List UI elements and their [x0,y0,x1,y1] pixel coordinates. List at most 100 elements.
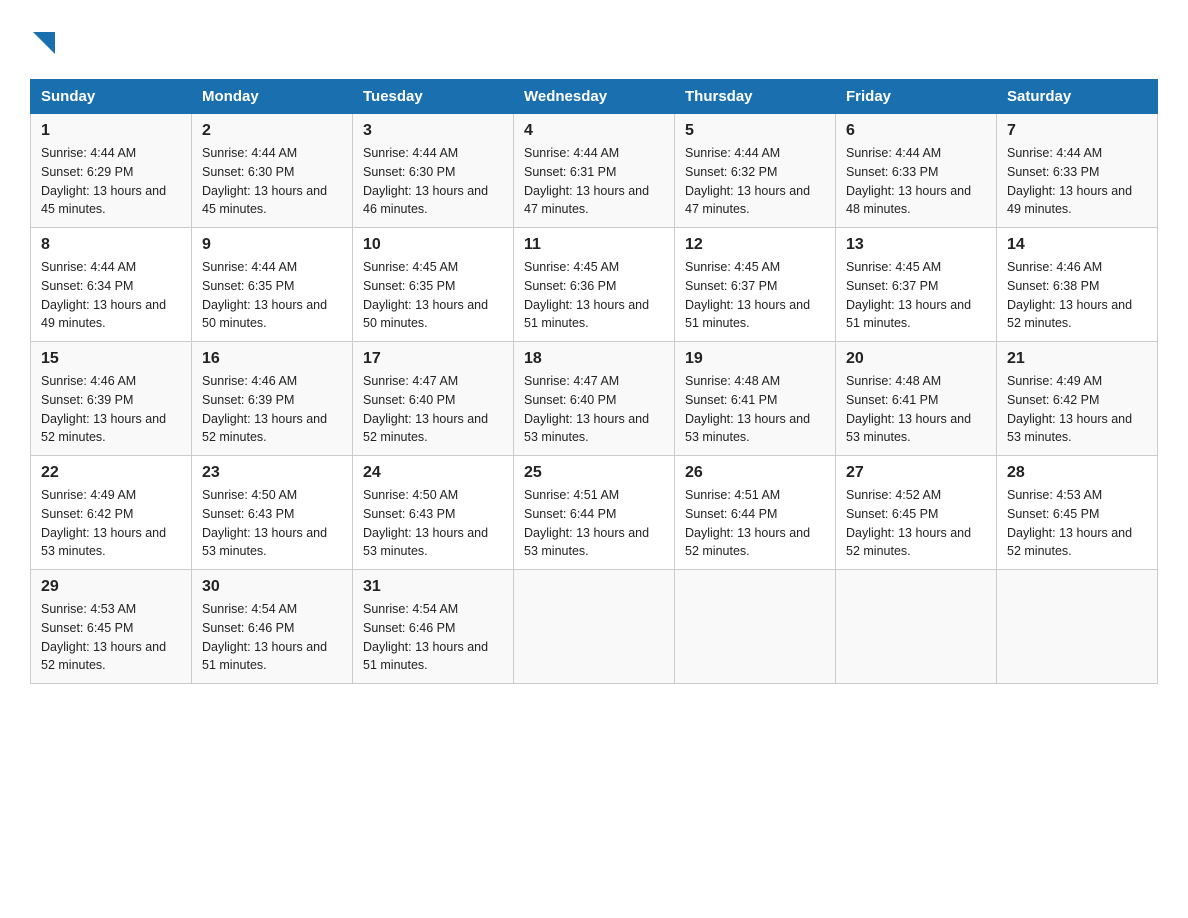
calendar-week-row: 8 Sunrise: 4:44 AMSunset: 6:34 PMDayligh… [31,228,1158,342]
day-info: Sunrise: 4:44 AMSunset: 6:30 PMDaylight:… [202,146,327,216]
calendar-cell: 24 Sunrise: 4:50 AMSunset: 6:43 PMDaylig… [353,456,514,570]
calendar-cell: 11 Sunrise: 4:45 AMSunset: 6:36 PMDaylig… [514,228,675,342]
day-number: 24 [363,464,503,482]
day-number: 1 [41,122,181,140]
day-number: 22 [41,464,181,482]
day-number: 4 [524,122,664,140]
calendar-cell: 7 Sunrise: 4:44 AMSunset: 6:33 PMDayligh… [997,114,1158,228]
calendar-week-row: 1 Sunrise: 4:44 AMSunset: 6:29 PMDayligh… [31,114,1158,228]
weekday-header-friday: Friday [836,80,997,114]
day-number: 19 [685,350,825,368]
calendar-cell: 20 Sunrise: 4:48 AMSunset: 6:41 PMDaylig… [836,342,997,456]
day-info: Sunrise: 4:47 AMSunset: 6:40 PMDaylight:… [524,374,649,444]
day-number: 9 [202,236,342,254]
day-number: 30 [202,578,342,596]
calendar-cell: 3 Sunrise: 4:44 AMSunset: 6:30 PMDayligh… [353,114,514,228]
calendar-cell: 29 Sunrise: 4:53 AMSunset: 6:45 PMDaylig… [31,570,192,684]
day-info: Sunrise: 4:46 AMSunset: 6:38 PMDaylight:… [1007,260,1132,330]
calendar-cell: 10 Sunrise: 4:45 AMSunset: 6:35 PMDaylig… [353,228,514,342]
calendar-cell: 27 Sunrise: 4:52 AMSunset: 6:45 PMDaylig… [836,456,997,570]
calendar-week-row: 29 Sunrise: 4:53 AMSunset: 6:45 PMDaylig… [31,570,1158,684]
day-number: 25 [524,464,664,482]
weekday-header-monday: Monday [192,80,353,114]
day-info: Sunrise: 4:50 AMSunset: 6:43 PMDaylight:… [363,488,488,558]
calendar-cell: 8 Sunrise: 4:44 AMSunset: 6:34 PMDayligh… [31,228,192,342]
calendar-cell: 21 Sunrise: 4:49 AMSunset: 6:42 PMDaylig… [997,342,1158,456]
day-info: Sunrise: 4:53 AMSunset: 6:45 PMDaylight:… [1007,488,1132,558]
day-info: Sunrise: 4:54 AMSunset: 6:46 PMDaylight:… [202,602,327,672]
calendar-cell: 28 Sunrise: 4:53 AMSunset: 6:45 PMDaylig… [997,456,1158,570]
weekday-header-saturday: Saturday [997,80,1158,114]
day-number: 6 [846,122,986,140]
day-number: 20 [846,350,986,368]
calendar-cell: 16 Sunrise: 4:46 AMSunset: 6:39 PMDaylig… [192,342,353,456]
calendar-cell [997,570,1158,684]
calendar-cell: 30 Sunrise: 4:54 AMSunset: 6:46 PMDaylig… [192,570,353,684]
day-info: Sunrise: 4:45 AMSunset: 6:37 PMDaylight:… [685,260,810,330]
day-info: Sunrise: 4:44 AMSunset: 6:30 PMDaylight:… [363,146,488,216]
day-number: 8 [41,236,181,254]
calendar-week-row: 22 Sunrise: 4:49 AMSunset: 6:42 PMDaylig… [31,456,1158,570]
day-number: 31 [363,578,503,596]
day-info: Sunrise: 4:44 AMSunset: 6:35 PMDaylight:… [202,260,327,330]
calendar-cell: 1 Sunrise: 4:44 AMSunset: 6:29 PMDayligh… [31,114,192,228]
calendar-cell: 4 Sunrise: 4:44 AMSunset: 6:31 PMDayligh… [514,114,675,228]
calendar-cell: 18 Sunrise: 4:47 AMSunset: 6:40 PMDaylig… [514,342,675,456]
day-info: Sunrise: 4:46 AMSunset: 6:39 PMDaylight:… [202,374,327,444]
calendar-cell: 26 Sunrise: 4:51 AMSunset: 6:44 PMDaylig… [675,456,836,570]
calendar-cell: 23 Sunrise: 4:50 AMSunset: 6:43 PMDaylig… [192,456,353,570]
day-number: 5 [685,122,825,140]
calendar-cell: 2 Sunrise: 4:44 AMSunset: 6:30 PMDayligh… [192,114,353,228]
calendar-cell: 31 Sunrise: 4:54 AMSunset: 6:46 PMDaylig… [353,570,514,684]
weekday-header-thursday: Thursday [675,80,836,114]
day-number: 17 [363,350,503,368]
day-info: Sunrise: 4:44 AMSunset: 6:33 PMDaylight:… [1007,146,1132,216]
day-number: 10 [363,236,503,254]
day-info: Sunrise: 4:51 AMSunset: 6:44 PMDaylight:… [524,488,649,558]
calendar-cell: 25 Sunrise: 4:51 AMSunset: 6:44 PMDaylig… [514,456,675,570]
logo [30,30,55,59]
day-info: Sunrise: 4:45 AMSunset: 6:35 PMDaylight:… [363,260,488,330]
day-info: Sunrise: 4:49 AMSunset: 6:42 PMDaylight:… [41,488,166,558]
weekday-header-wednesday: Wednesday [514,80,675,114]
day-info: Sunrise: 4:52 AMSunset: 6:45 PMDaylight:… [846,488,971,558]
day-info: Sunrise: 4:47 AMSunset: 6:40 PMDaylight:… [363,374,488,444]
calendar-cell: 19 Sunrise: 4:48 AMSunset: 6:41 PMDaylig… [675,342,836,456]
day-number: 15 [41,350,181,368]
calendar-cell [675,570,836,684]
day-number: 11 [524,236,664,254]
calendar-week-row: 15 Sunrise: 4:46 AMSunset: 6:39 PMDaylig… [31,342,1158,456]
day-number: 3 [363,122,503,140]
calendar-cell: 13 Sunrise: 4:45 AMSunset: 6:37 PMDaylig… [836,228,997,342]
day-number: 2 [202,122,342,140]
day-number: 28 [1007,464,1147,482]
day-info: Sunrise: 4:48 AMSunset: 6:41 PMDaylight:… [685,374,810,444]
day-number: 14 [1007,236,1147,254]
day-info: Sunrise: 4:44 AMSunset: 6:33 PMDaylight:… [846,146,971,216]
day-number: 29 [41,578,181,596]
logo-icon [30,30,55,59]
day-number: 18 [524,350,664,368]
day-number: 7 [1007,122,1147,140]
calendar-cell: 9 Sunrise: 4:44 AMSunset: 6:35 PMDayligh… [192,228,353,342]
day-info: Sunrise: 4:44 AMSunset: 6:31 PMDaylight:… [524,146,649,216]
calendar-cell: 12 Sunrise: 4:45 AMSunset: 6:37 PMDaylig… [675,228,836,342]
calendar-cell: 22 Sunrise: 4:49 AMSunset: 6:42 PMDaylig… [31,456,192,570]
day-number: 21 [1007,350,1147,368]
day-number: 26 [685,464,825,482]
day-info: Sunrise: 4:49 AMSunset: 6:42 PMDaylight:… [1007,374,1132,444]
day-info: Sunrise: 4:45 AMSunset: 6:36 PMDaylight:… [524,260,649,330]
calendar-cell: 15 Sunrise: 4:46 AMSunset: 6:39 PMDaylig… [31,342,192,456]
page-header [30,20,1158,59]
calendar-cell [836,570,997,684]
day-number: 23 [202,464,342,482]
day-info: Sunrise: 4:44 AMSunset: 6:34 PMDaylight:… [41,260,166,330]
weekday-header-tuesday: Tuesday [353,80,514,114]
day-info: Sunrise: 4:44 AMSunset: 6:29 PMDaylight:… [41,146,166,216]
day-info: Sunrise: 4:54 AMSunset: 6:46 PMDaylight:… [363,602,488,672]
calendar-cell: 14 Sunrise: 4:46 AMSunset: 6:38 PMDaylig… [997,228,1158,342]
calendar-cell: 17 Sunrise: 4:47 AMSunset: 6:40 PMDaylig… [353,342,514,456]
calendar-header-row: SundayMondayTuesdayWednesdayThursdayFrid… [31,80,1158,114]
calendar-cell: 5 Sunrise: 4:44 AMSunset: 6:32 PMDayligh… [675,114,836,228]
day-info: Sunrise: 4:44 AMSunset: 6:32 PMDaylight:… [685,146,810,216]
